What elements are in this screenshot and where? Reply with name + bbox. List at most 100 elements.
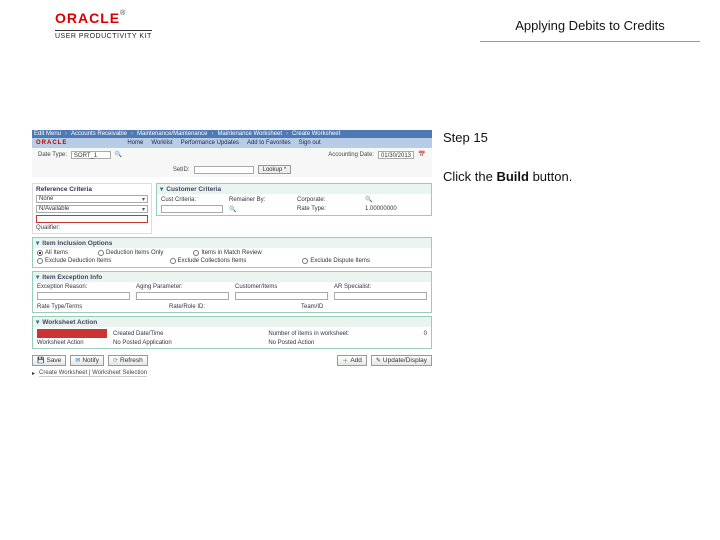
customer-criteria-header: Customer Criteria xyxy=(166,186,221,193)
menu-item[interactable]: Worklist xyxy=(151,140,172,146)
form-row-setid: SetID: Lookup * xyxy=(32,162,432,177)
cust-criteria-input[interactable] xyxy=(161,205,223,213)
role-label: Rate/Role ID: xyxy=(169,304,295,310)
lookup-icon[interactable]: 🔍 xyxy=(365,196,427,203)
breadcrumb-item[interactable]: Create Worksheet xyxy=(292,131,340,137)
title-area: Applying Debits to Credits xyxy=(480,10,700,42)
page-header: ORACLE® USER PRODUCTIVITY KIT Applying D… xyxy=(0,0,720,60)
notify-icon: ✉ xyxy=(75,357,80,364)
path-text[interactable]: Create Worksheet | Worksheet Selection xyxy=(39,370,147,377)
update-display-button[interactable]: ✎Update/Display xyxy=(371,355,432,366)
exception-reason-label: Exception Reason: xyxy=(37,284,130,290)
availability-select[interactable]: N/Available▾ xyxy=(36,205,148,213)
instruction-panel: Step 15 Click the Build button. xyxy=(443,130,688,184)
instruction-bold: Build xyxy=(496,169,529,184)
ar-specialist-input[interactable] xyxy=(334,292,427,300)
collapse-icon[interactable]: ▾ xyxy=(36,239,39,247)
reference-select[interactable]: None▾ xyxy=(36,195,148,203)
collapse-icon[interactable]: ▸ xyxy=(32,370,35,377)
worksheet-action-section: ▾Worksheet Action Created Date/Time Numb… xyxy=(32,316,432,349)
reference-criteria-panel: Reference Criteria None▾ N/Available▾ Qu… xyxy=(32,183,152,234)
refresh-icon: ⟳ xyxy=(113,357,118,364)
menu-item[interactable]: Add to Favorites xyxy=(247,140,291,146)
items-count-label: Number of items in worksheet: xyxy=(268,331,417,337)
qualifier-label: Qualifier: xyxy=(36,225,148,231)
aging-label: Aging Parameter: xyxy=(136,284,229,290)
form-row-dates: Date Type: SORT_1 🔍 Accounting Date: 01/… xyxy=(32,148,432,162)
page-path: ▸ Create Worksheet | Worksheet Selection xyxy=(32,370,432,377)
customer-criteria-section: ▾Customer Criteria Cust Criteria: Remain… xyxy=(156,183,432,216)
plus-icon: ＋ xyxy=(342,356,348,365)
collapse-icon[interactable]: ▾ xyxy=(160,185,163,193)
exception-section: ▾Item Exception Info Exception Reason: A… xyxy=(32,271,432,313)
save-button[interactable]: 💾Save xyxy=(32,355,66,366)
breadcrumb-item[interactable]: Maintenance/Maintenance xyxy=(137,131,207,137)
breadcrumb-item[interactable]: Maintenance Worksheet xyxy=(217,131,282,137)
menu-item[interactable]: Home xyxy=(127,140,143,146)
brand-block: ORACLE® USER PRODUCTIVITY KIT xyxy=(55,10,152,40)
lookup-icon[interactable]: 🔍 xyxy=(229,206,291,213)
corporate-label: Corporate: xyxy=(297,197,359,203)
remit-label: Remainer By: xyxy=(229,197,291,203)
app-logo: ORACLE xyxy=(36,140,67,146)
app-breadcrumb-bar: Edit Menu› Accounts Receivable› Maintena… xyxy=(32,130,432,138)
chevron-down-icon: ▾ xyxy=(142,206,145,213)
accounting-date-field[interactable]: 01/30/2013 xyxy=(378,151,414,159)
calendar-icon[interactable]: 📅 xyxy=(418,151,426,159)
page-title: Applying Debits to Credits xyxy=(515,18,665,33)
checkbox-icon xyxy=(170,258,176,264)
menu-item[interactable]: Sign out xyxy=(299,140,321,146)
lookup-button[interactable]: Lookup * xyxy=(258,165,292,174)
radio-dot-icon xyxy=(193,250,199,256)
rate-terms-label: Rate Type/Terms xyxy=(37,304,163,310)
worksheet-action-header: Worksheet Action xyxy=(42,319,97,326)
aging-input[interactable] xyxy=(136,292,229,300)
brand-subtitle: USER PRODUCTIVITY KIT xyxy=(55,30,152,40)
check-exclude-deduction[interactable]: Exclude Deduction Items xyxy=(37,258,162,264)
items-count-value: 0 xyxy=(424,331,427,337)
menu-item[interactable]: Performance Updates xyxy=(181,140,239,146)
inclusion-header: Item Inclusion Options xyxy=(42,240,112,247)
instruction-suffix: button. xyxy=(529,169,572,184)
cust-criteria-label: Cust Criteria: xyxy=(161,197,223,203)
match-rule-field[interactable] xyxy=(36,215,148,223)
radio-deduction-only[interactable]: Deduction Items Only xyxy=(98,250,163,256)
notify-button[interactable]: ✉Notify xyxy=(70,355,104,366)
radio-match-review[interactable]: Items in Match Review xyxy=(193,250,261,256)
lookup-icon[interactable]: 🔍 xyxy=(115,151,123,159)
step-label: Step 15 xyxy=(443,130,688,145)
refresh-button[interactable]: ⟳Refresh xyxy=(108,355,148,366)
setid-label: SetID: xyxy=(173,167,190,173)
app-menu: Home Worklist Performance Updates Add to… xyxy=(127,140,320,146)
collapse-icon[interactable]: ▾ xyxy=(36,273,39,281)
check-exclude-dispute[interactable]: Exclude Dispute Items xyxy=(302,258,427,264)
exception-header: Item Exception Info xyxy=(42,274,102,281)
save-icon: 💾 xyxy=(37,357,44,364)
worksheet-action-label: Worksheet Action xyxy=(37,340,107,346)
checkbox-icon xyxy=(37,258,43,264)
radio-dot-icon xyxy=(98,250,104,256)
accounting-date-label: Accounting Date: xyxy=(328,152,374,158)
collapse-icon[interactable]: ▾ xyxy=(36,318,39,326)
multiplier-value: 1.00000000 xyxy=(365,206,427,212)
build-button[interactable] xyxy=(37,329,107,338)
brand-logo-text: ORACLE xyxy=(55,10,120,26)
reference-criteria-header: Reference Criteria xyxy=(36,186,148,193)
breadcrumb-item[interactable]: Accounts Receivable xyxy=(71,131,127,137)
ar-specialist-label: AR Specialist: xyxy=(334,284,427,290)
inclusion-section: ▾Item Inclusion Options All Items Deduct… xyxy=(32,237,432,268)
radio-all-items[interactable]: All Items xyxy=(37,250,68,256)
add-button[interactable]: ＋Add xyxy=(337,355,367,366)
customer-items-label: Customer/Items xyxy=(235,284,328,290)
breadcrumb-item[interactable]: Edit Menu xyxy=(34,131,61,137)
update-icon: ✎ xyxy=(376,357,381,364)
check-exclude-collections[interactable]: Exclude Collections Items xyxy=(170,258,295,264)
brand-trademark: ® xyxy=(120,10,125,17)
customer-items-input[interactable] xyxy=(235,292,328,300)
radio-dot-icon xyxy=(37,250,43,256)
app-subbar: ORACLE Home Worklist Performance Updates… xyxy=(32,138,432,148)
date-type-field[interactable]: SORT_1 xyxy=(71,151,111,159)
setid-field[interactable] xyxy=(194,166,254,174)
team-label: Team/ID xyxy=(301,304,427,310)
exception-reason-input[interactable] xyxy=(37,292,130,300)
